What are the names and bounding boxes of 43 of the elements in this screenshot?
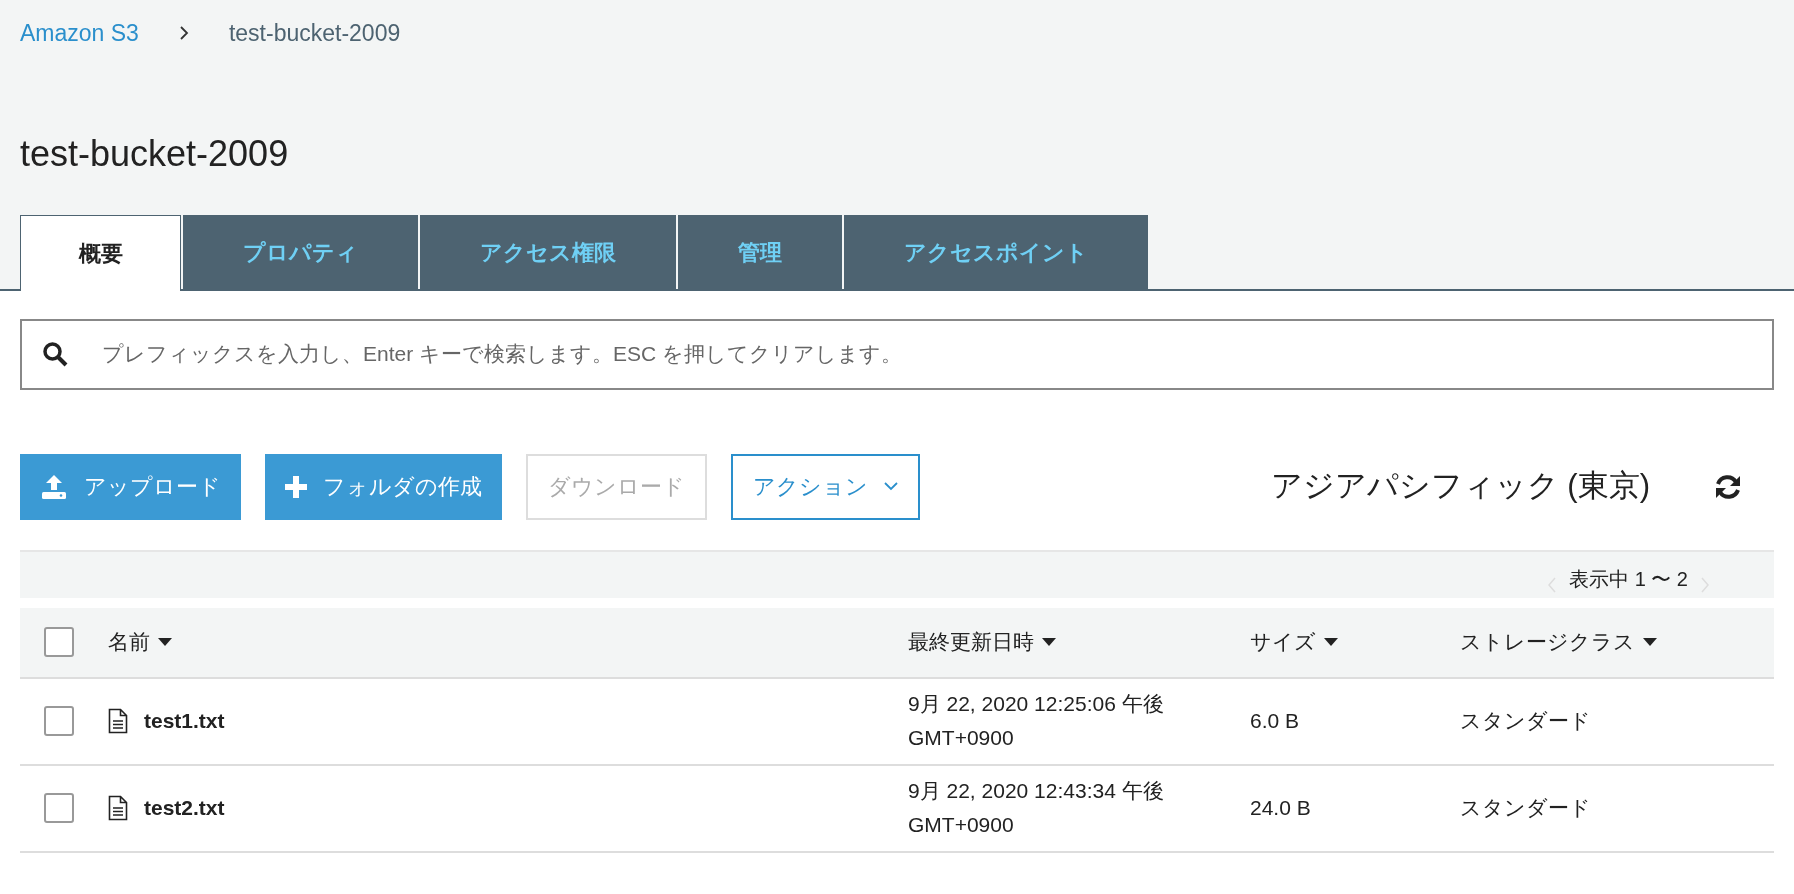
table-cell-text: スタンダード xyxy=(1460,708,1592,735)
document-icon xyxy=(108,708,128,734)
search-field[interactable]: プレフィックスを入力し、Enter キーで検索します。ESC を押してクリアします。 xyxy=(20,318,1774,390)
breadcrumb-link[interactable]: Amazon S3 xyxy=(20,16,139,51)
sort-caret-icon xyxy=(1324,638,1338,646)
tab[interactable]: 管理 xyxy=(678,214,842,291)
tab[interactable]: 概要 xyxy=(20,214,181,291)
region-label: アジアパシフィック (東京) xyxy=(1270,467,1650,506)
file-name-link[interactable]: test2.txt xyxy=(144,792,225,824)
table-cell-text: 9月 22, 2020 12:25:06 午後 xyxy=(908,691,1165,717)
page-title: test-bucket-2009 xyxy=(20,131,290,176)
plus-icon xyxy=(285,475,307,498)
table-cell-text: GMT+0900 xyxy=(908,725,1015,751)
table-cell-text: 24.0 B xyxy=(1250,795,1312,822)
upload-button[interactable]: アップロード xyxy=(20,453,241,520)
pagination-label: 表示中 1 〜 2 xyxy=(1569,566,1688,592)
search-icon xyxy=(42,340,68,367)
tab[interactable]: アクセスポイント xyxy=(844,214,1148,291)
chevron-right-icon xyxy=(178,25,189,42)
checkbox[interactable] xyxy=(44,793,74,823)
table-cell-text: 9月 22, 2020 12:43:34 午後 xyxy=(908,778,1165,804)
refresh-icon[interactable] xyxy=(1714,473,1742,500)
table-cell-text: スタンダード xyxy=(1460,795,1592,822)
tab[interactable]: アクセス権限 xyxy=(420,214,676,291)
chevron-down-icon xyxy=(884,482,898,491)
sort-caret-icon xyxy=(1042,638,1056,646)
file-name-link[interactable]: test1.txt xyxy=(144,705,225,737)
document-icon xyxy=(108,795,128,821)
checkbox[interactable] xyxy=(44,627,74,657)
sort-caret-icon xyxy=(1643,638,1657,646)
column-header[interactable]: 名前 xyxy=(108,626,908,658)
table-cell-text: 6.0 B xyxy=(1250,708,1301,735)
table-cell-text: GMT+0900 xyxy=(908,812,1015,838)
column-header[interactable]: ストレージクラス xyxy=(1460,626,1774,658)
sort-caret-icon xyxy=(158,638,172,646)
breadcrumb-current: test-bucket-2009 xyxy=(228,19,401,48)
checkbox[interactable] xyxy=(44,706,74,736)
upload-icon xyxy=(40,473,68,500)
column-header[interactable]: 最終更新日時 xyxy=(908,626,1250,658)
actions-dropdown[interactable]: アクション xyxy=(731,453,920,520)
tab[interactable]: プロパティ xyxy=(183,214,418,291)
column-header[interactable]: サイズ xyxy=(1250,626,1460,658)
create-folder-button[interactable]: フォルダの作成 xyxy=(265,453,502,520)
